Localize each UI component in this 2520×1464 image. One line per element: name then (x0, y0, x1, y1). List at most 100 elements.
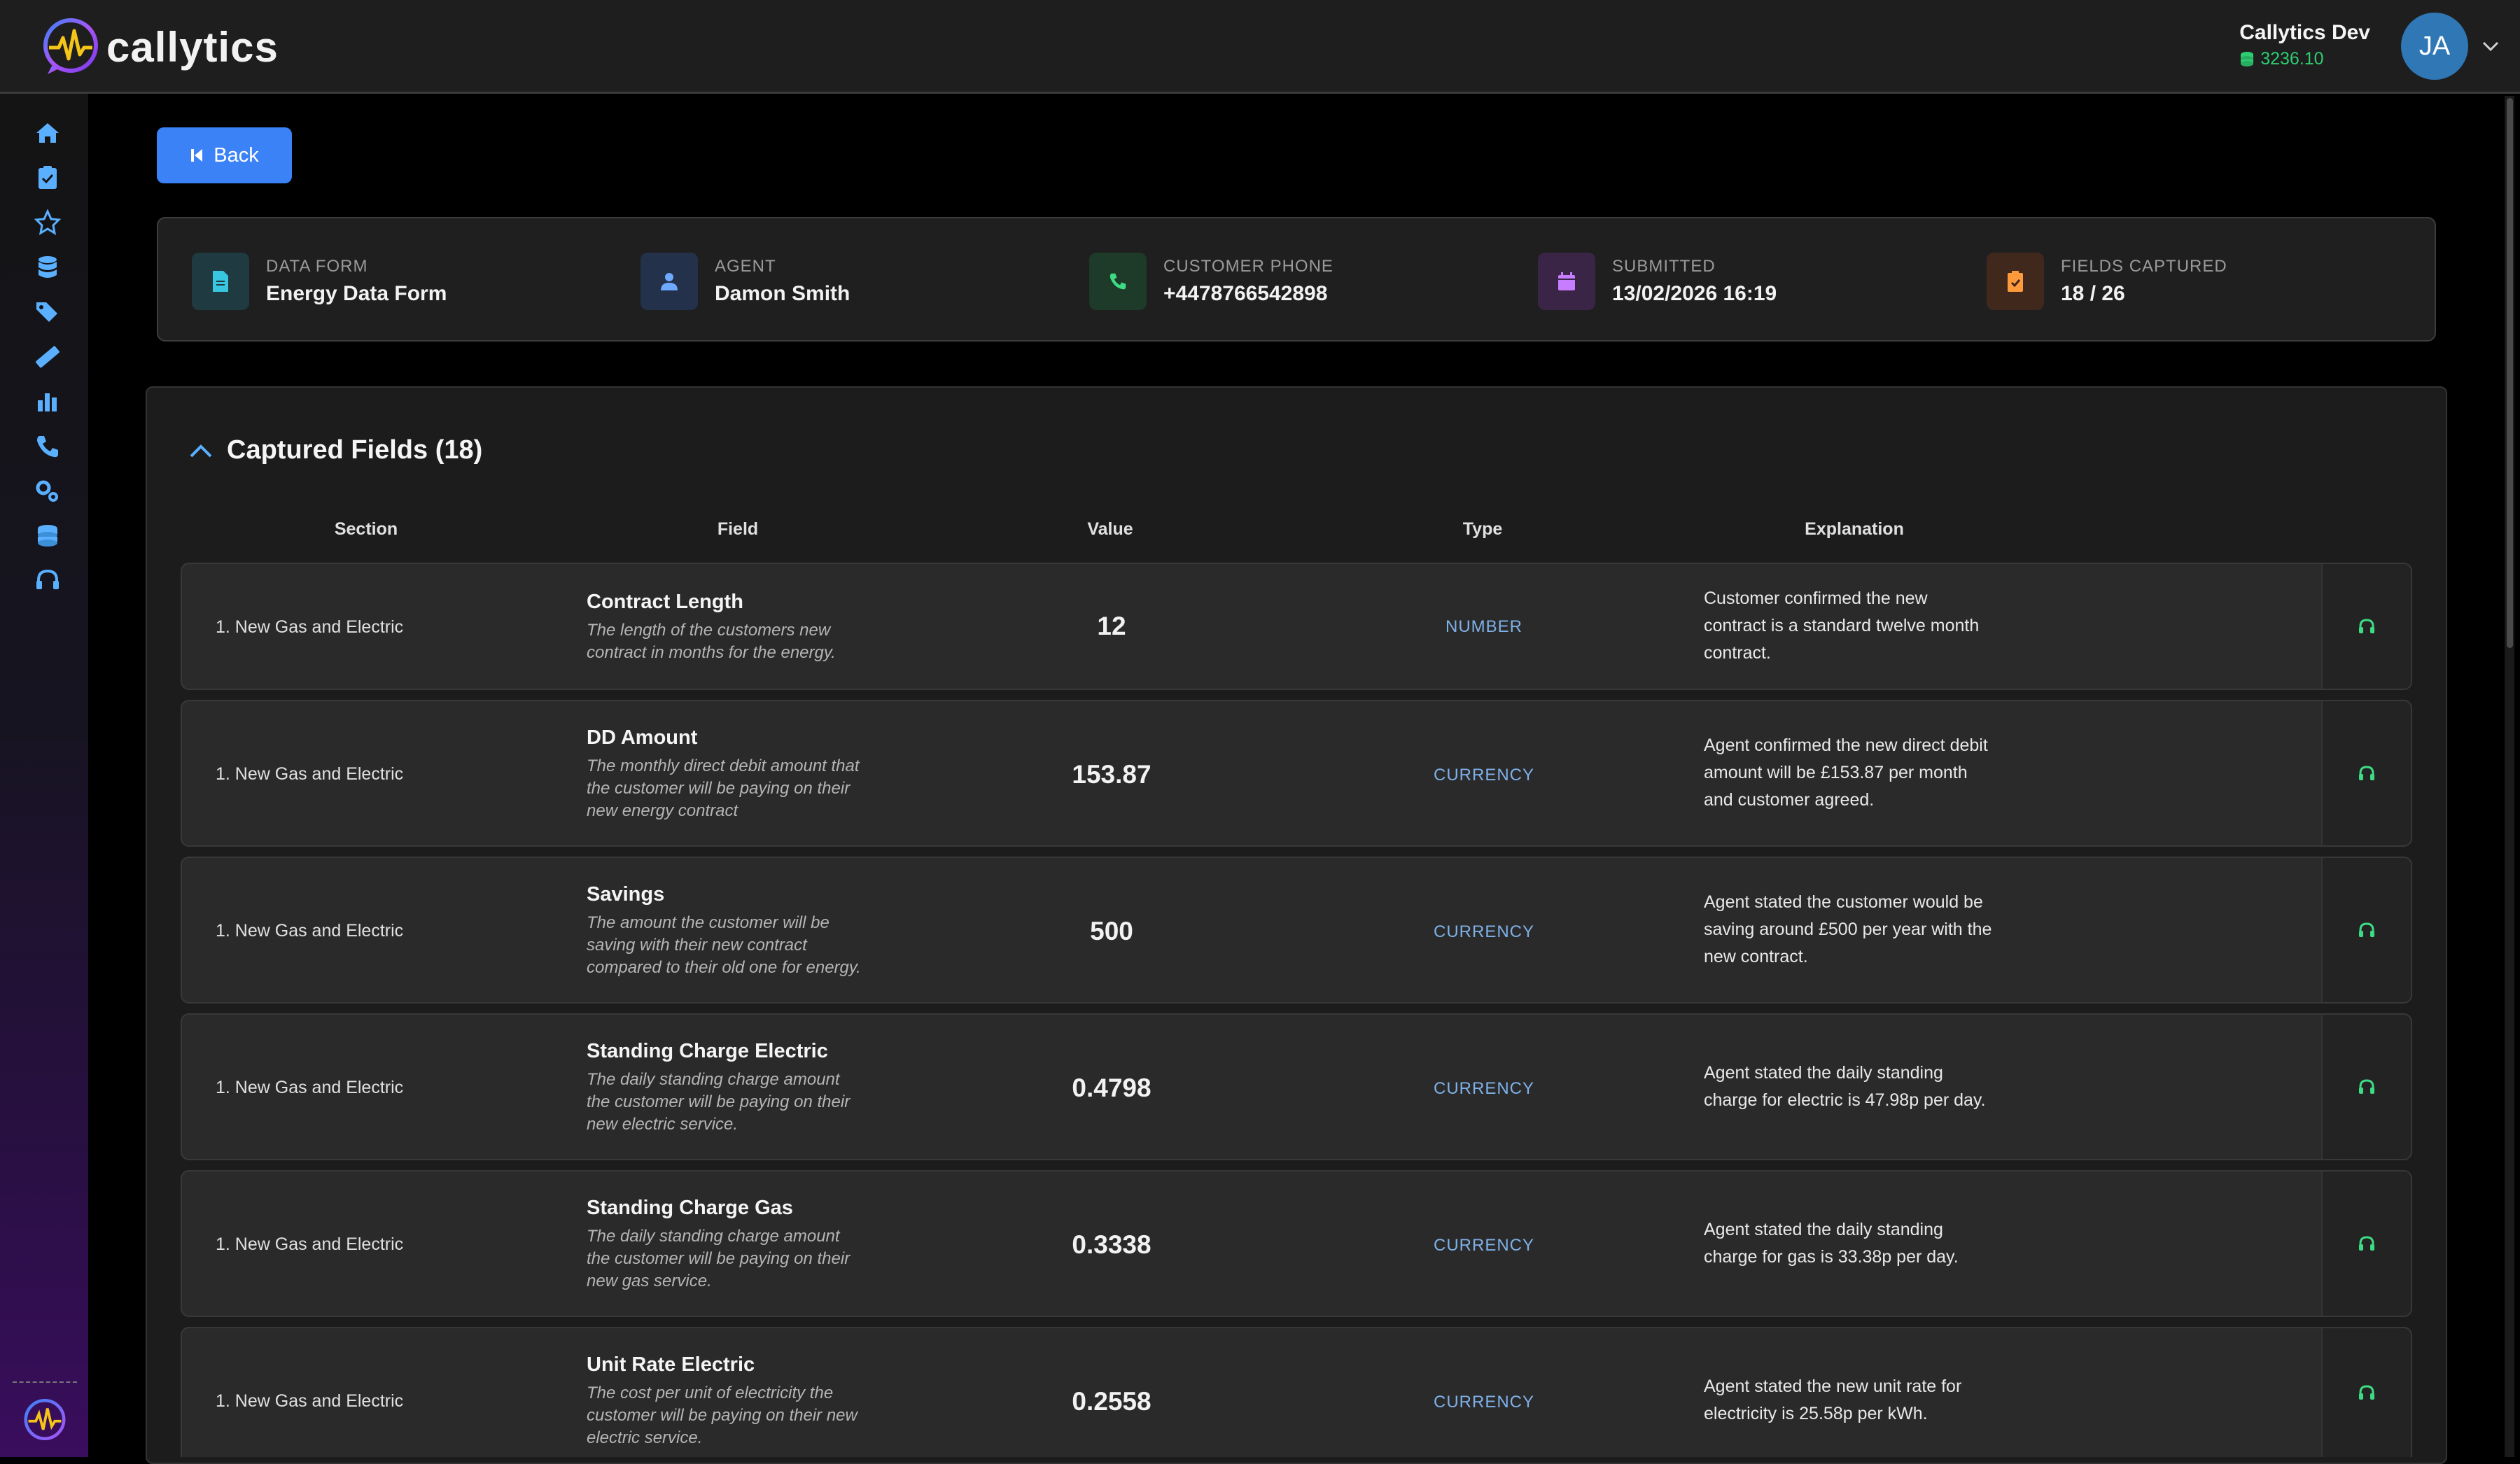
callytics-logo-icon (43, 18, 98, 74)
clipboard-check-icon[interactable] (34, 164, 62, 192)
tags-icon[interactable] (34, 298, 62, 326)
table-row: 1. New Gas and Electric Unit Rate Electr… (181, 1327, 2412, 1457)
back-button-label: Back (214, 143, 259, 167)
field-name: Savings (587, 883, 665, 906)
play-audio-button[interactable] (2321, 1171, 2411, 1316)
user-icon (640, 253, 698, 310)
field-description-line: electric service. (587, 1428, 703, 1447)
customer-phone-info: CUSTOMER PHONE +4478766542898 (1089, 252, 1334, 311)
field-explanation: Agent stated the daily standing charge f… (1704, 1060, 2033, 1114)
field-description-line: The cost per unit of electricity the (587, 1384, 834, 1402)
play-audio-button[interactable] (2321, 1328, 2411, 1457)
column-header-field: Field (717, 519, 759, 539)
app-logo[interactable]: callytics (39, 15, 279, 78)
column-header-explanation: Explanation (1805, 519, 1904, 539)
row-field: Standing Charge Gas The daily standing c… (587, 1197, 909, 1293)
data-form-info: DATA FORM Energy Data Form (192, 252, 447, 311)
star-icon[interactable] (34, 209, 62, 237)
explanation-line: Agent stated the daily standing (1704, 1063, 1943, 1083)
field-description: The monthly direct debit amount that the… (587, 755, 909, 822)
field-type: CURRENCY (1433, 1393, 1534, 1412)
field-value: 500 (1090, 917, 1133, 945)
bar-chart-icon[interactable] (34, 388, 62, 416)
phone-icon (1089, 253, 1147, 310)
field-description-line: customer will be paying on their new (587, 1406, 858, 1425)
play-audio-button[interactable] (2321, 858, 2411, 1002)
field-description-line: saving with their new contract (587, 936, 807, 955)
ruler-icon[interactable] (34, 343, 62, 371)
field-value: 153.87 (1072, 760, 1152, 789)
explanation-line: amount will be £153.87 per month (1704, 763, 1968, 782)
explanation-line: contract is a standard twelve month (1704, 616, 1980, 635)
avatar[interactable]: JA (2401, 13, 2468, 80)
explanation-line: charge for gas is 33.38p per day. (1704, 1247, 1959, 1267)
row-section: 1. New Gas and Electric (216, 764, 404, 784)
panel-title: Captured Fields (18) (227, 435, 483, 465)
credits-value: 3236.10 (2260, 49, 2324, 69)
field-explanation: Agent stated the customer would be savin… (1704, 889, 2033, 971)
headphones-icon (2359, 922, 2374, 937)
scrollbar-thumb[interactable] (2507, 98, 2513, 648)
captured-fields-toggle[interactable]: Captured Fields (18) (189, 435, 482, 465)
back-button[interactable]: Back (157, 127, 292, 183)
field-name: Contract Length (587, 591, 743, 613)
agent-value: Damon Smith (715, 282, 850, 305)
row-section: 1. New Gas and Electric (216, 1391, 404, 1411)
field-value: 0.2558 (1072, 1387, 1152, 1416)
table-row: 1. New Gas and Electric Standing Charge … (181, 1170, 2412, 1317)
table-row: 1. New Gas and Electric Savings The amou… (181, 857, 2412, 1004)
table-row: 1. New Gas and Electric Contract Length … (181, 563, 2412, 690)
clipboard-check-icon (1987, 253, 2044, 310)
field-name: Standing Charge Gas (587, 1197, 793, 1219)
field-description: The length of the customers new contract… (587, 619, 909, 664)
row-section: 1. New Gas and Electric (216, 1234, 404, 1254)
play-audio-button[interactable] (2321, 701, 2411, 845)
explanation-line: Agent confirmed the new direct debit (1704, 735, 1988, 755)
field-value: 0.4798 (1072, 1074, 1152, 1102)
callytics-logo-icon[interactable] (21, 1397, 69, 1444)
row-field: Savings The amount the customer will be … (587, 883, 909, 979)
play-audio-button[interactable] (2321, 1015, 2411, 1159)
logo-text: callytics (106, 23, 279, 71)
explanation-line: and customer agreed. (1704, 790, 1875, 810)
phone-value: +4478766542898 (1163, 282, 1328, 305)
play-audio-button[interactable] (2321, 564, 2411, 689)
field-value: 0.3338 (1072, 1230, 1152, 1259)
explanation-line: new contract. (1704, 947, 1808, 966)
calendar-icon (1538, 253, 1595, 310)
headphones-icon (2359, 619, 2374, 633)
fields-captured-label: FIELDS CAPTURED (2061, 257, 2227, 276)
field-description: The daily standing charge amount the cus… (587, 1069, 909, 1136)
table-row: 1. New Gas and Electric DD Amount The mo… (181, 700, 2412, 847)
explanation-line: contract. (1704, 643, 1771, 663)
field-name: Unit Rate Electric (587, 1353, 755, 1376)
sidebar-divider (13, 1381, 77, 1383)
field-description-line: new gas service. (587, 1272, 712, 1290)
coins-icon[interactable] (34, 522, 62, 550)
back-icon (191, 149, 203, 162)
field-name: Standing Charge Electric (587, 1040, 828, 1062)
explanation-line: saving around £500 per year with the (1704, 920, 1992, 939)
field-type: CURRENCY (1433, 922, 1534, 941)
field-description-line: new electric service. (587, 1115, 738, 1134)
field-description: The amount the customer will be saving w… (587, 912, 909, 979)
phone-icon[interactable] (34, 432, 62, 460)
field-description-line: the customer will be paying on their (587, 1092, 850, 1111)
row-section: 1. New Gas and Electric (216, 1078, 404, 1097)
data-form-value: Energy Data Form (266, 282, 447, 305)
credits-balance: 3236.10 (2239, 49, 2370, 69)
home-icon[interactable] (34, 119, 62, 147)
field-type: CURRENCY (1433, 766, 1534, 784)
headphones-icon (2359, 766, 2374, 780)
database-icon[interactable] (34, 253, 62, 281)
headphones-icon (2359, 1236, 2374, 1251)
field-description-line: The length of the customers new (587, 621, 831, 640)
field-description: The cost per unit of electricity the cus… (587, 1382, 909, 1449)
column-header-section: Section (334, 519, 398, 539)
chevron-down-icon[interactable] (2481, 36, 2500, 56)
cogs-icon[interactable] (34, 477, 62, 505)
row-field: Standing Charge Electric The daily stand… (587, 1040, 909, 1136)
submitted-value: 13/02/2026 16:19 (1612, 282, 1777, 305)
explanation-line: electricity is 25.58p per kWh. (1704, 1404, 1928, 1423)
headset-icon[interactable] (34, 567, 62, 595)
